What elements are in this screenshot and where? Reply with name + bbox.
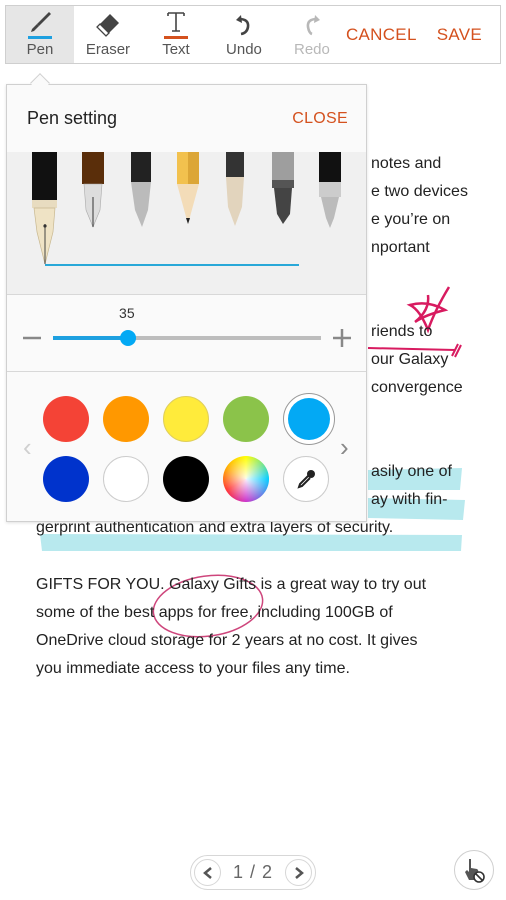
redo-icon bbox=[306, 15, 320, 36]
color-swatch-light-blue-selected[interactable] bbox=[283, 393, 335, 445]
text-line: nportant bbox=[371, 239, 430, 256]
pen-type-fountain-pen[interactable] bbox=[32, 152, 57, 265]
next-page-button[interactable] bbox=[285, 859, 312, 886]
pen-tool-label: Pen bbox=[26, 41, 54, 58]
text-line: you immediate access to your files any t… bbox=[36, 660, 350, 677]
text-line: OneDrive cloud storage for 2 years at no… bbox=[36, 632, 418, 649]
pen-tool-button[interactable]: Pen bbox=[6, 6, 74, 63]
eyedropper-button[interactable] bbox=[283, 456, 329, 502]
eraser-icon bbox=[96, 14, 119, 37]
pen-type-pen[interactable] bbox=[131, 152, 151, 227]
pen-icon bbox=[30, 12, 51, 32]
text-line: convergence bbox=[371, 379, 463, 396]
eraser-tool-button[interactable]: Eraser bbox=[74, 6, 142, 63]
color-swatch-green[interactable] bbox=[223, 396, 269, 442]
text-icon bbox=[167, 12, 185, 32]
text-color-indicator bbox=[163, 36, 188, 39]
text-line: our Galaxy bbox=[371, 351, 449, 368]
chevron-left-icon bbox=[202, 866, 212, 879]
panel-title: Pen setting bbox=[27, 108, 118, 128]
save-button[interactable]: SAVE bbox=[437, 25, 482, 45]
cancel-button[interactable]: CANCEL bbox=[346, 25, 417, 45]
palette-next-arrow[interactable]: › bbox=[340, 432, 349, 463]
close-button[interactable]: CLOSE bbox=[292, 110, 348, 128]
page-indicator: 1 / 2 bbox=[232, 862, 274, 882]
drawing-toolbar: Pen Eraser Text Undo Redo CANCEL SAVE bbox=[5, 5, 501, 64]
plus-icon[interactable] bbox=[333, 329, 351, 347]
color-wheel-button[interactable] bbox=[223, 456, 269, 502]
undo-label: Undo bbox=[226, 41, 262, 58]
pen-type-calligraphy-pen[interactable] bbox=[82, 152, 104, 228]
prev-page-button[interactable] bbox=[194, 859, 221, 886]
text-line: asily one of bbox=[371, 463, 452, 480]
redo-label: Redo bbox=[294, 41, 330, 58]
text-line: some of the best apps for free, includin… bbox=[36, 604, 393, 621]
pen-type-brush[interactable] bbox=[226, 152, 244, 226]
pen-type-fine-pen[interactable] bbox=[319, 152, 341, 228]
text-tool-button[interactable]: Text bbox=[142, 6, 210, 63]
text-line: e two devices bbox=[371, 183, 468, 200]
text-line: e you’re on bbox=[371, 211, 451, 228]
color-swatch-red[interactable] bbox=[43, 396, 89, 442]
hand-no-touch-icon bbox=[465, 859, 485, 883]
eraser-tool-label: Eraser bbox=[85, 41, 131, 58]
page-navigator: 1 / 2 bbox=[190, 855, 316, 890]
pen-color-indicator bbox=[27, 36, 52, 39]
palette-prev-arrow[interactable]: ‹ bbox=[23, 432, 32, 463]
color-swatch-black[interactable] bbox=[163, 456, 209, 502]
text-line: GIFTS FOR YOU. Galaxy Gifts is a great w… bbox=[36, 576, 427, 593]
selected-color-fill bbox=[288, 398, 330, 440]
chevron-right-icon bbox=[294, 866, 304, 879]
pen-setting-panel: Pen setting CLOSE 35 ‹ › bbox=[6, 84, 367, 522]
undo-icon bbox=[235, 15, 250, 36]
color-swatch-orange[interactable] bbox=[103, 396, 149, 442]
pen-type-marker[interactable] bbox=[272, 152, 294, 224]
color-swatch-yellow[interactable] bbox=[163, 396, 209, 442]
color-swatch-white[interactable] bbox=[103, 456, 149, 502]
slider-thumb[interactable] bbox=[120, 330, 137, 346]
undo-button[interactable]: Undo bbox=[210, 6, 278, 63]
pen-type-pencil[interactable] bbox=[177, 152, 199, 224]
color-palette: ‹ › bbox=[7, 372, 366, 522]
text-tool-label: Text bbox=[162, 41, 190, 58]
text-line: riends to bbox=[371, 323, 433, 340]
touch-disable-toggle[interactable] bbox=[454, 850, 494, 890]
pen-size-section: 35 bbox=[7, 295, 366, 372]
eyedropper-icon bbox=[297, 470, 315, 489]
text-line: ay with fin- bbox=[371, 491, 448, 508]
redo-button[interactable]: Redo bbox=[278, 6, 346, 63]
color-swatch-blue[interactable] bbox=[43, 456, 89, 502]
text-line: notes and bbox=[371, 155, 442, 172]
pen-type-selector bbox=[7, 152, 366, 295]
